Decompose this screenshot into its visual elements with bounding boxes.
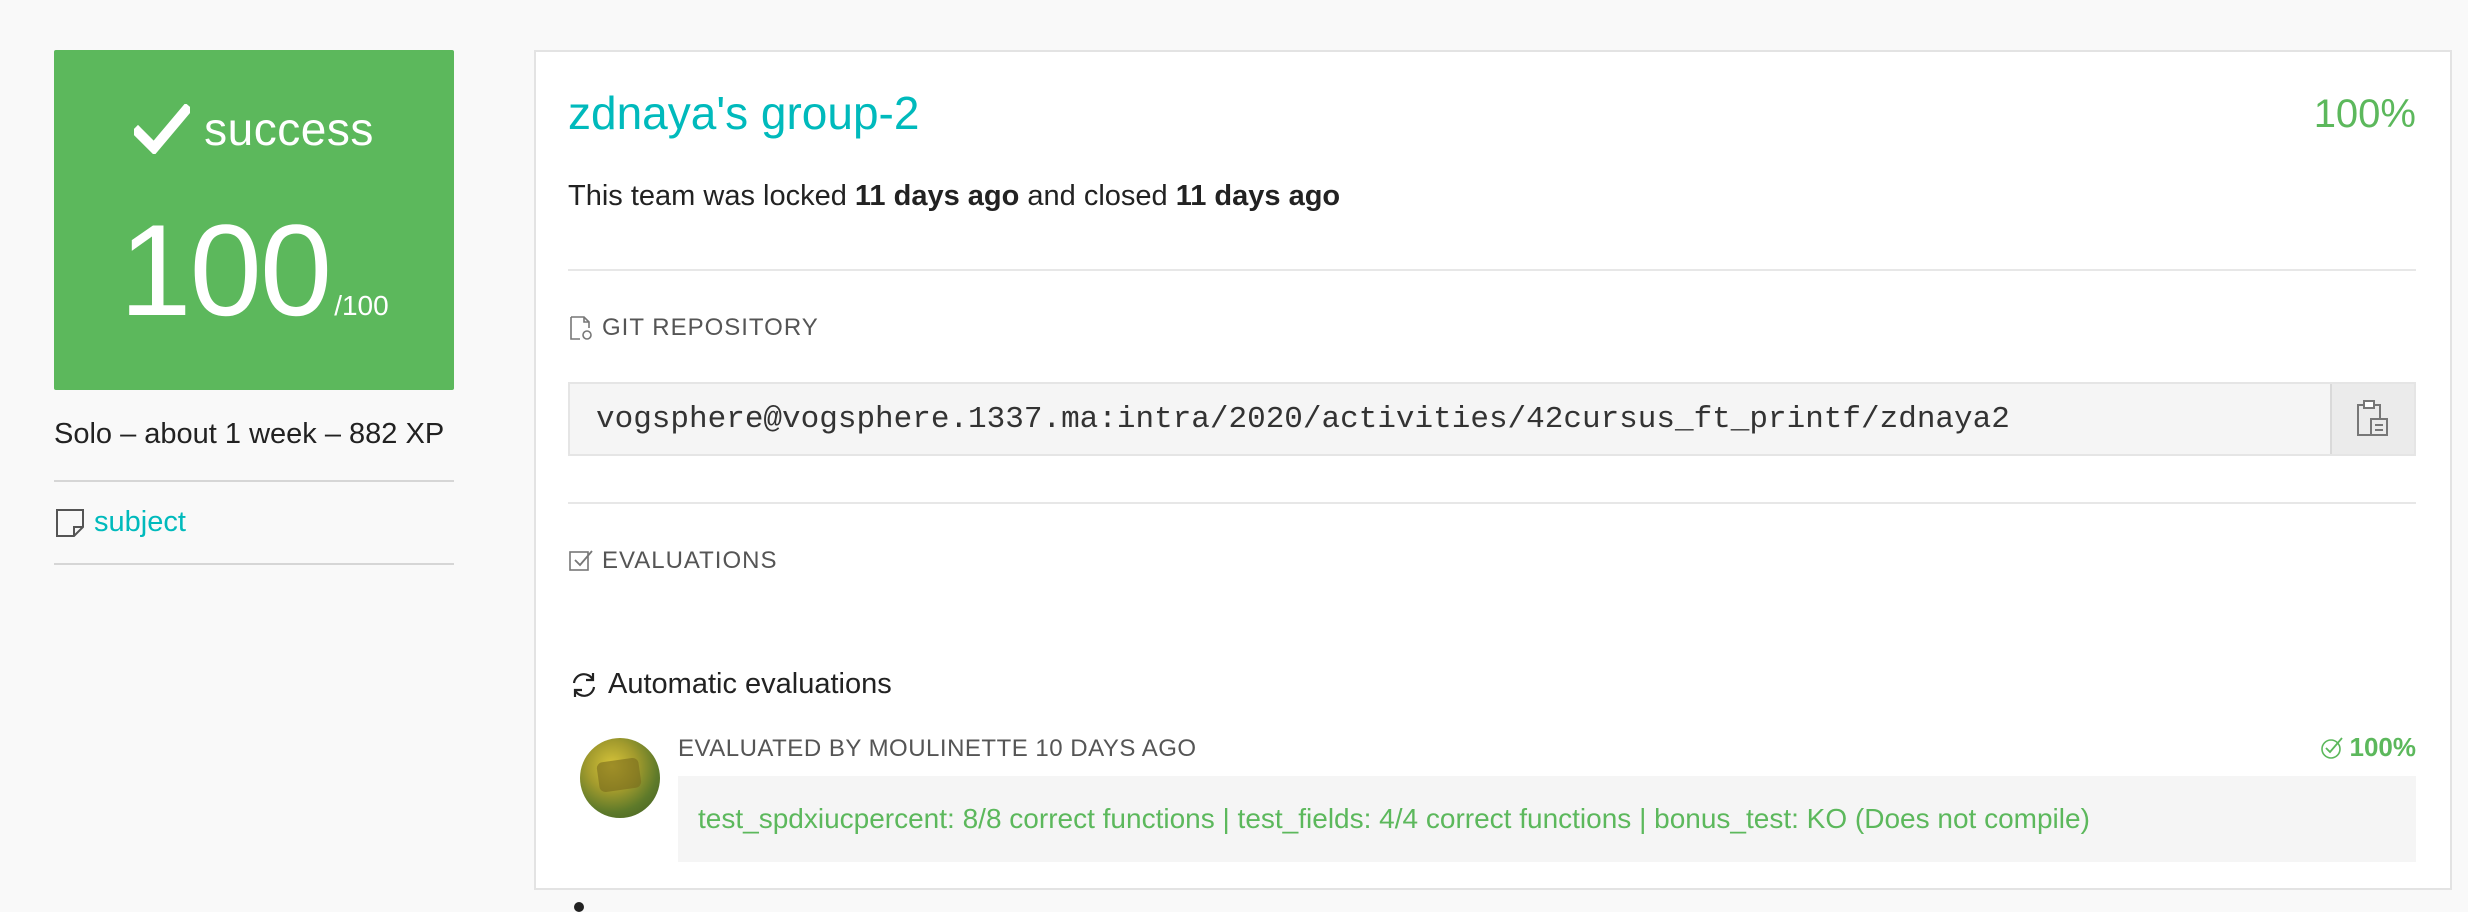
check-circle-icon xyxy=(2320,736,2343,759)
evaluations-heading: EVALUATIONS xyxy=(568,547,777,575)
project-meta: Solo – about 1 week – 882 XP xyxy=(54,418,445,450)
divider xyxy=(568,502,2416,504)
divider xyxy=(54,480,454,482)
git-repository-heading: GIT REPOSITORY xyxy=(568,314,819,342)
moulinette-avatar xyxy=(580,738,660,818)
clipboard-icon xyxy=(2357,400,2388,436)
checkmark-icon xyxy=(134,104,191,154)
automatic-evaluations-heading: Automatic evaluations xyxy=(568,668,892,701)
repo-url-box: vogsphere@vogsphere.1337.ma:intra/2020/a… xyxy=(568,382,2416,456)
subject-row[interactable]: subject xyxy=(54,506,454,539)
user-icon xyxy=(574,902,584,912)
checkbox-icon xyxy=(569,550,593,571)
status-line: success xyxy=(54,102,454,156)
divider xyxy=(54,563,454,565)
project-sidebar: success 100 /100 Solo – about 1 week – 8… xyxy=(54,50,454,565)
divider xyxy=(568,269,2416,271)
status-card: success 100 /100 xyxy=(54,50,454,390)
locked-time: 11 days ago xyxy=(854,180,1020,212)
info-middle: and closed xyxy=(1019,180,1176,212)
final-score: 100 xyxy=(119,197,332,343)
score-max: /100 xyxy=(334,290,389,321)
git-heading-label: GIT REPOSITORY xyxy=(602,314,819,341)
team-status-text: This team was locked 11 days ago and clo… xyxy=(568,180,1340,213)
info-prefix: This team was locked xyxy=(568,180,855,212)
evaluated-by: EVALUATED BY MOULINETTE 10 DAYS AGO xyxy=(678,735,1197,762)
team-panel: zdnaya's group-2 100% This team was lock… xyxy=(534,50,2452,912)
subject-link[interactable]: subject xyxy=(94,506,186,539)
status-label: success xyxy=(204,103,374,155)
team-percent: 100% xyxy=(2313,92,2416,136)
team-title[interactable]: zdnaya's group-2 xyxy=(568,86,919,140)
evaluation-score-value: 100% xyxy=(2349,732,2417,762)
evaluation-result-box: test_spdxiucpercent: 8/8 correct functio… xyxy=(678,776,2416,862)
document-icon xyxy=(56,508,84,537)
copy-button[interactable] xyxy=(2330,384,2414,454)
evaluation-result-text: test_spdxiucpercent: 8/8 correct functio… xyxy=(698,803,2090,834)
git-file-icon xyxy=(570,316,592,340)
closed-time: 11 days ago xyxy=(1175,180,1341,212)
repo-url[interactable]: vogsphere@vogsphere.1337.ma:intra/2020/a… xyxy=(570,402,2330,437)
refresh-icon xyxy=(572,672,596,697)
score-line: 100 /100 xyxy=(54,205,454,335)
automatic-evaluations-label: Automatic evaluations xyxy=(608,668,892,700)
evaluation-score: 100% xyxy=(2320,732,2417,763)
evaluations-heading-label: EVALUATIONS xyxy=(602,547,778,574)
